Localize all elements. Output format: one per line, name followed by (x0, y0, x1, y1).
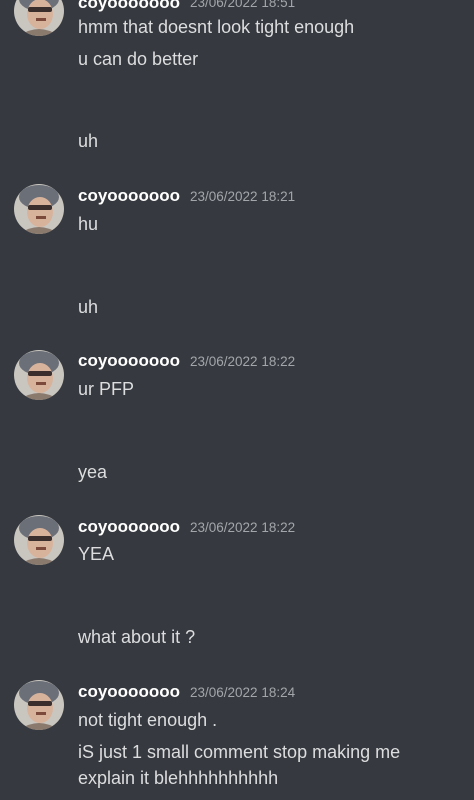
avatar-image (14, 0, 64, 36)
message-author[interactable]: coyooooooo (78, 682, 180, 702)
message-author[interactable]: coyooooooo (78, 186, 180, 206)
message-text: what about it ? (78, 627, 196, 647)
avatar-image (14, 350, 64, 400)
message-timestamp: 23/06/2022 18:22 (190, 520, 296, 535)
message-text: uh (78, 131, 99, 151)
message-timestamp: 23/06/2022 18:21 (190, 189, 296, 204)
user-avatar[interactable] (14, 515, 64, 565)
message-author[interactable]: coyooooooo (78, 0, 180, 13)
message-text: hmm that doesnt look tight enough (78, 17, 355, 37)
message-timestamp: 23/06/2022 18:22 (190, 354, 296, 369)
avatar-image (14, 184, 64, 234)
message-timestamp: 23/06/2022 18:51 (190, 0, 296, 10)
message-author[interactable]: coyooooooo (78, 351, 180, 371)
message-text: uh (78, 297, 99, 317)
user-avatar[interactable] (14, 350, 64, 400)
avatar-image (14, 515, 64, 565)
chat-message-list: coyooooooo 23/06/2022 18:51 hmm that doe… (0, 0, 474, 800)
message-text: iS just 1 small comment stop making me e… (78, 742, 401, 788)
message-text: u can do better (78, 49, 199, 69)
user-avatar[interactable] (14, 184, 64, 234)
message-text: yea (78, 462, 108, 482)
message-text: not tight enough . (78, 710, 218, 730)
message-author[interactable]: coyooooooo (78, 517, 180, 537)
message-text: YEA (78, 544, 115, 564)
user-avatar[interactable] (14, 680, 64, 730)
message-text: ur PFP (78, 379, 135, 399)
message-text: hu (78, 214, 99, 234)
avatar-image (14, 680, 64, 730)
user-avatar[interactable] (14, 0, 64, 36)
message-timestamp: 23/06/2022 18:24 (190, 685, 296, 700)
